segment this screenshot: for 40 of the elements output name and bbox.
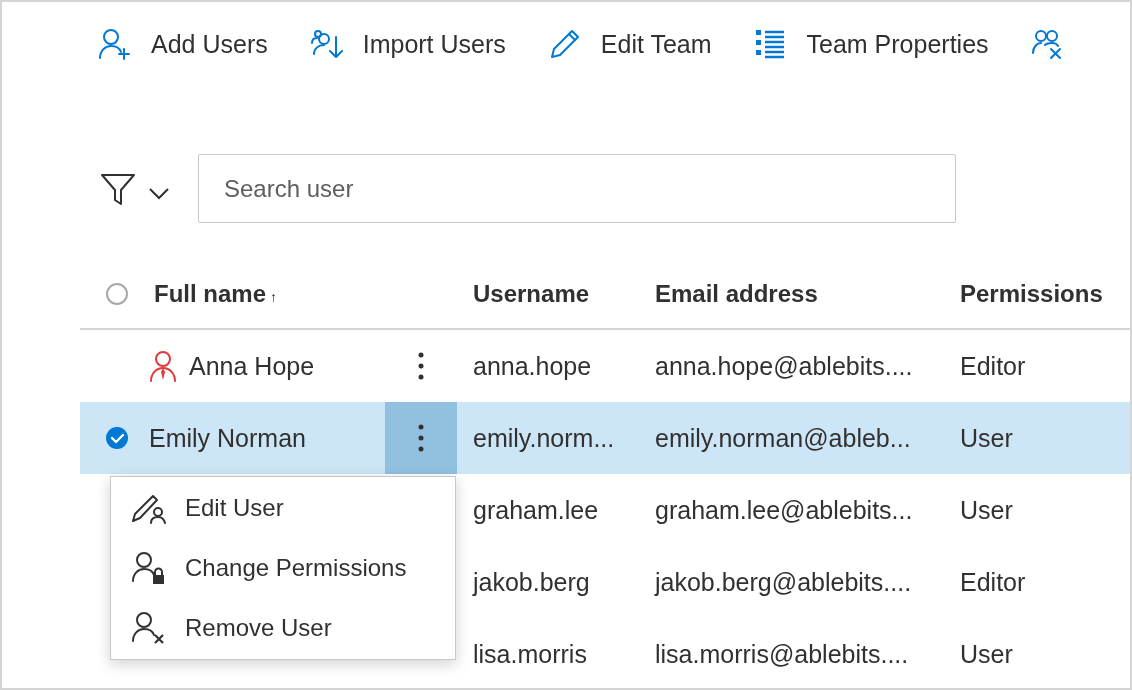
table-cell-text: lisa.morris@ablebits.... [654, 639, 910, 669]
table-cell-text: Editor [959, 351, 1027, 381]
table-cell-text: User [959, 423, 1014, 453]
user-name: Emily Norman [149, 423, 306, 453]
menu-item[interactable]: Edit User [111, 478, 455, 538]
table-cell-text: emily.norm... [472, 423, 616, 453]
person-add-icon [98, 27, 132, 61]
more-icon [418, 352, 424, 380]
user-name: Anna Hope [189, 351, 315, 381]
table-cell-text: anna.hope [472, 351, 593, 381]
menu-item[interactable]: Change Permissions [111, 538, 455, 598]
sort-arrow: ↑ [270, 289, 278, 305]
selected-row[interactable]: Emily Norman emily.norm... emily.norman@ableb... User [80, 402, 1130, 474]
table-cell-text: graham.lee [472, 495, 600, 525]
toolbar-button[interactable]: Edit Team [547, 27, 712, 61]
table-cell-text: Editor [959, 567, 1027, 597]
column-header[interactable]: Email address [655, 280, 818, 308]
people-arrow-icon [309, 27, 344, 61]
column-header[interactable]: Permissions [960, 280, 1103, 308]
table-cell-text: jakob.berg@ablebits.... [653, 567, 913, 597]
menu-item[interactable]: Remove User [111, 598, 455, 658]
column-header[interactable]: Full name [154, 280, 267, 308]
toolbar-button[interactable]: Import Users [309, 27, 506, 61]
person-tie-icon [149, 350, 177, 382]
table-cell-text: User [959, 639, 1014, 669]
table-cell-text: anna.hope@ablebits.... [654, 351, 914, 381]
table-cell-text: User [959, 495, 1014, 525]
toolbar-button[interactable]: Add Users [98, 27, 268, 61]
search-field[interactable]: Search user [198, 154, 956, 223]
select-all-checkbox[interactable] [106, 283, 128, 305]
table-cell-text: jakob.berg [471, 567, 591, 597]
table-cell-text: graham.lee@ablebits... [654, 495, 914, 525]
column-header[interactable]: Username [473, 280, 590, 308]
table-cell-text: emily.norman@ableb... [654, 423, 912, 453]
toolbar-button[interactable]: Team Properties [753, 27, 989, 61]
checkmark-icon [106, 427, 128, 449]
person-remove-icon [131, 610, 167, 646]
table-cell-text: lisa.morris [472, 639, 588, 669]
more-icon [418, 424, 424, 452]
person-lock-icon [131, 550, 167, 586]
